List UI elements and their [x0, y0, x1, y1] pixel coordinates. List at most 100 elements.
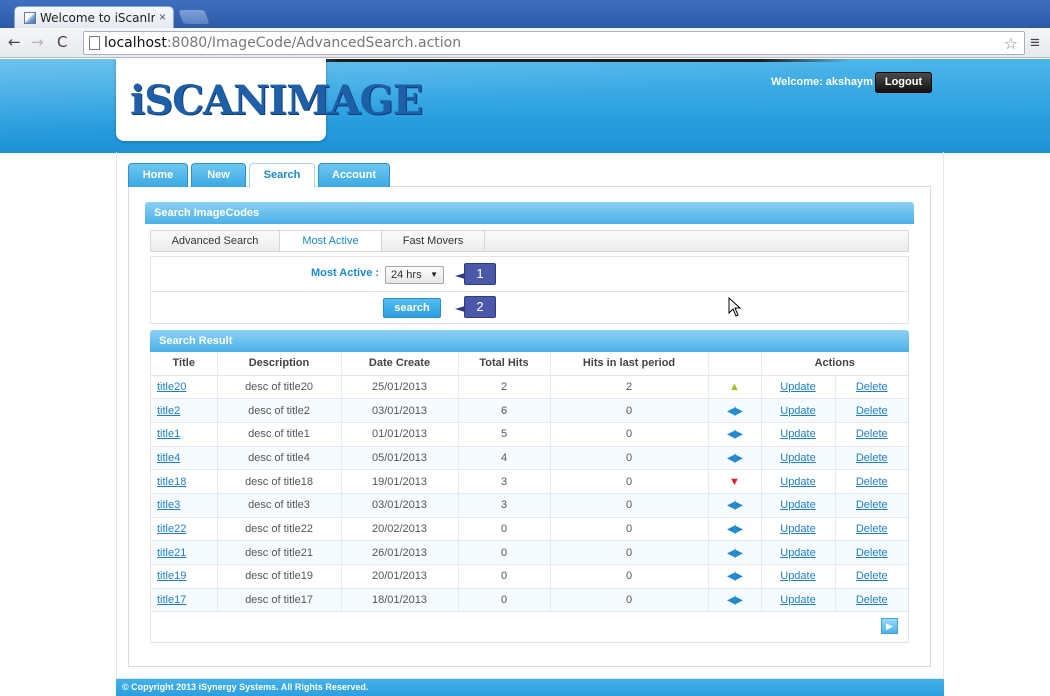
- tab-home[interactable]: Home: [128, 163, 188, 187]
- browser-tab[interactable]: Welcome to iScanImag ×: [14, 6, 174, 28]
- update-link[interactable]: Update: [780, 499, 815, 511]
- column-header-actions: Actions: [761, 352, 908, 376]
- hits-last-period-cell: 0: [550, 398, 709, 423]
- description-cell: desc of title17: [217, 588, 342, 613]
- tab-search[interactable]: Search: [249, 163, 315, 188]
- browser-toolbar: ← → C localhost:8080/ImageCode/AdvancedS…: [0, 28, 1050, 58]
- update-link[interactable]: Update: [780, 476, 815, 488]
- column-header-hits-last-period: Hits in last period: [550, 352, 709, 376]
- callout-badge-2: 2: [455, 296, 496, 318]
- delete-cell: Delete: [835, 588, 908, 613]
- trend-flat-icon: ◀|▶: [727, 523, 743, 535]
- hits-last-period-cell: 0: [550, 517, 709, 542]
- update-link[interactable]: Update: [780, 523, 815, 535]
- close-tab-icon[interactable]: ×: [159, 10, 166, 24]
- update-link[interactable]: Update: [780, 381, 815, 393]
- trend-down-icon: ▼: [729, 475, 740, 488]
- date-create-cell: 03/01/2013: [341, 398, 459, 423]
- table-row: title2 desc of title2 03/01/2013 6 0 ◀|▶ Updat…: [151, 398, 908, 423]
- back-icon[interactable]: ←: [8, 33, 21, 51]
- delete-link[interactable]: Delete: [856, 452, 888, 464]
- update-link[interactable]: Update: [780, 428, 815, 440]
- update-cell: Update: [761, 446, 836, 471]
- title-link[interactable]: title22: [157, 523, 186, 535]
- date-create-cell: 19/01/2013: [341, 469, 459, 494]
- period-select-value: 24 hrs: [391, 269, 422, 281]
- column-header-trend: [708, 352, 762, 376]
- date-create-cell: 03/01/2013: [341, 493, 459, 518]
- delete-link[interactable]: Delete: [856, 405, 888, 417]
- update-cell: Update: [761, 517, 836, 542]
- table-row: title21 desc of title21 26/01/2013 0 0 ◀|▶ Upd…: [151, 540, 908, 565]
- title-link[interactable]: title17: [157, 594, 186, 606]
- browser-menu-icon[interactable]: ≡: [1030, 33, 1040, 53]
- description-cell: desc of title22: [217, 517, 342, 542]
- title-link[interactable]: title1: [157, 428, 180, 440]
- table-row: title4 desc of title4 05/01/2013 4 0 ◀|▶ Updat…: [151, 446, 908, 471]
- subtab-advanced-search[interactable]: Advanced Search: [151, 231, 280, 251]
- update-link[interactable]: Update: [780, 405, 815, 417]
- new-tab-button[interactable]: [178, 10, 210, 24]
- update-cell: Update: [761, 398, 836, 423]
- hits-last-period-cell: 0: [550, 493, 709, 518]
- iscanimage-logo[interactable]: iSCANIMAGE: [130, 77, 423, 124]
- reload-icon[interactable]: C: [57, 33, 67, 51]
- update-link[interactable]: Update: [780, 594, 815, 606]
- trend-cell: ◀|▶: [708, 588, 762, 613]
- title-cell: title18: [151, 469, 218, 494]
- trend-flat-icon: ◀|▶: [727, 595, 743, 607]
- update-cell: Update: [761, 469, 836, 494]
- next-page-button[interactable]: ▶: [881, 618, 898, 634]
- delete-link[interactable]: Delete: [856, 499, 888, 511]
- results-section-heading: Search Result: [150, 330, 909, 352]
- search-button[interactable]: search: [383, 298, 441, 318]
- most-active-label: Most Active :: [311, 267, 380, 279]
- browser-tab-title: Welcome to iScanImag: [40, 11, 155, 25]
- delete-cell: Delete: [835, 422, 908, 447]
- trend-cell: ◀|▶: [708, 493, 762, 518]
- delete-link[interactable]: Delete: [856, 570, 888, 582]
- address-bar[interactable]: localhost:8080/ImageCode/AdvancedSearch.…: [83, 31, 1025, 55]
- hits-last-period-cell: 0: [550, 422, 709, 447]
- update-link[interactable]: Update: [780, 452, 815, 464]
- update-cell: Update: [761, 540, 836, 565]
- logo-box: iSCANIMAGE: [116, 59, 423, 141]
- description-cell: desc of title18: [217, 469, 342, 494]
- title-link[interactable]: title20: [157, 381, 186, 393]
- description-cell: desc of title19: [217, 564, 342, 589]
- update-link[interactable]: Update: [780, 570, 815, 582]
- tab-new[interactable]: New: [191, 163, 246, 187]
- subtab-most-active[interactable]: Most Active: [280, 231, 382, 251]
- title-link[interactable]: title18: [157, 476, 186, 488]
- bookmark-star-icon[interactable]: ☆: [1004, 34, 1018, 54]
- search-subtabs: Advanced Search Most Active Fast Movers: [150, 230, 909, 252]
- callout-badge-1: 1: [455, 263, 496, 285]
- update-link[interactable]: Update: [780, 547, 815, 559]
- delete-link[interactable]: Delete: [856, 594, 888, 606]
- delete-link[interactable]: Delete: [856, 476, 888, 488]
- delete-link[interactable]: Delete: [856, 381, 888, 393]
- table-row: title20 desc of title20 25/01/2013 2 2 ▲ Updat…: [151, 375, 908, 400]
- update-cell: Update: [761, 493, 836, 518]
- trend-cell: ◀|▶: [708, 540, 762, 565]
- browser-tabstrip: Welcome to iScanImag ×: [0, 0, 1050, 28]
- logo-text-i: i: [130, 77, 145, 124]
- title-link[interactable]: title4: [157, 452, 180, 464]
- title-link[interactable]: title21: [157, 547, 186, 559]
- description-cell: desc of title20: [217, 375, 342, 400]
- delete-link[interactable]: Delete: [856, 523, 888, 535]
- subtab-fast-movers[interactable]: Fast Movers: [382, 231, 485, 251]
- forward-icon[interactable]: →: [31, 33, 44, 51]
- title-link[interactable]: title3: [157, 499, 180, 511]
- title-link[interactable]: title19: [157, 570, 186, 582]
- period-select[interactable]: 24 hrs ▼: [385, 266, 444, 284]
- column-header-total-hits: Total Hits: [458, 352, 551, 376]
- logout-button[interactable]: Logout: [875, 72, 932, 93]
- delete-link[interactable]: Delete: [856, 428, 888, 440]
- tab-account[interactable]: Account: [318, 163, 390, 187]
- update-cell: Update: [761, 564, 836, 589]
- results-table: Title Description Date Create Total Hits…: [151, 352, 908, 613]
- title-link[interactable]: title2: [157, 405, 180, 417]
- url-text[interactable]: localhost:8080/ImageCode/AdvancedSearch.…: [104, 35, 461, 51]
- delete-link[interactable]: Delete: [856, 547, 888, 559]
